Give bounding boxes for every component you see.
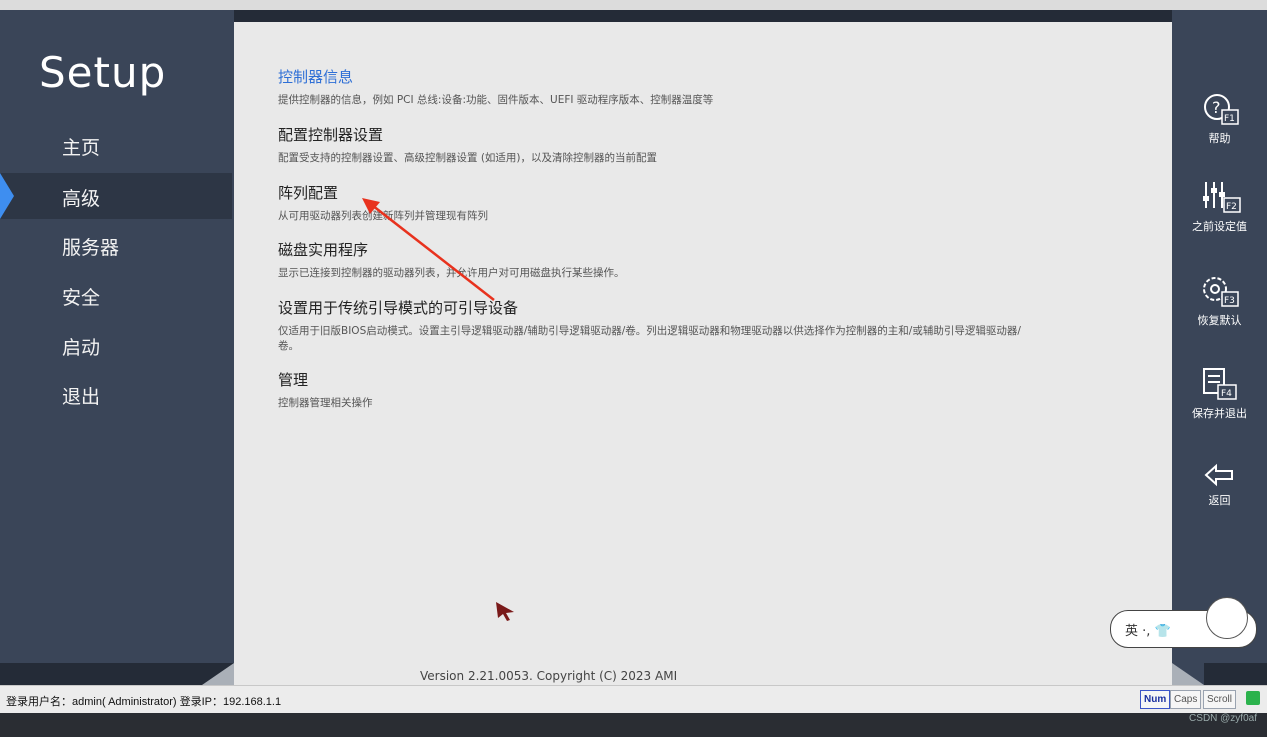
menu-item-title[interactable]: 配置控制器设置: [278, 124, 1038, 145]
restore-defaults-button[interactable]: F3 恢复默认: [1172, 272, 1267, 328]
bios-setup-frame: Setup 主页 高级 服务器 安全 启动 退出 控制器信息 提供控制器的信息，…: [0, 10, 1267, 685]
save-exit-label: 保存并退出: [1192, 407, 1247, 420]
login-info: 登录用户名：admin( Administrator) 登录IP：192.168…: [6, 696, 282, 708]
annotation-arrow-icon: [362, 198, 495, 301]
ime-text: 英 ·, 👕: [1125, 624, 1171, 639]
bottom-strip: CSDN @zyf0af: [0, 713, 1267, 737]
help-button[interactable]: ? F1 帮助: [1172, 90, 1267, 146]
status-bar: 登录用户名：admin( Administrator) 登录IP：192.168…: [0, 685, 1267, 714]
nav-item-label: 服务器: [62, 237, 120, 259]
menu-item-title[interactable]: 控制器信息: [278, 66, 1038, 87]
save-exit-button[interactable]: F4 保存并退出: [1172, 365, 1267, 421]
nav-item-boot[interactable]: 启动: [0, 322, 232, 368]
svg-text:F4: F4: [1221, 389, 1232, 399]
nav-item-exit[interactable]: 退出: [0, 371, 232, 417]
right-footer-notch: [1172, 663, 1204, 685]
menu-item-controller-settings[interactable]: 配置控制器设置 配置受支持的控制器设置、高级控制器设置 (如适用)，以及清除控制…: [278, 124, 1038, 166]
window-top-bar: [0, 0, 1267, 10]
menu-item-desc: 提供控制器的信息，例如 PCI 总线:设备:功能、固件版本、UEFI 驱动程序版…: [278, 94, 714, 106]
menu-item-controller-info[interactable]: 控制器信息 提供控制器的信息，例如 PCI 总线:设备:功能、固件版本、UEFI…: [278, 66, 1038, 108]
svg-text:F3: F3: [1224, 296, 1235, 306]
left-nav-panel: Setup 主页 高级 服务器 安全 启动 退出: [0, 10, 234, 685]
mouse-cursor-icon: [496, 602, 514, 621]
right-function-panel: ? F1 帮助 F2 之前设定值 F3 恢复默认 F4 保存并退出 返回: [1172, 10, 1267, 685]
help-label: 帮助: [1208, 132, 1231, 145]
gear-icon: F3: [1202, 277, 1239, 307]
menu-item-desc: 配置受支持的控制器设置、高级控制器设置 (如适用)，以及清除控制器的当前配置: [278, 152, 658, 164]
menu-item-desc: 仅适用于旧版BIOS启动模式。设置主引导逻辑驱动器/辅助引导逻辑驱动器/卷。列出…: [278, 325, 1021, 352]
menu-item-title[interactable]: 管理: [278, 369, 1038, 390]
nav-item-label: 主页: [62, 137, 101, 159]
left-footer-notch: [202, 663, 234, 685]
back-arrow-icon: [1204, 463, 1233, 487]
watermark-text: CSDN @zyf0af: [1189, 713, 1257, 724]
ime-toolbar[interactable]: 英 ·, 👕: [1110, 597, 1257, 648]
nav-item-server[interactable]: 服务器: [0, 222, 232, 268]
num-lock-indicator[interactable]: Num: [1140, 690, 1171, 709]
back-button[interactable]: 返回: [1172, 460, 1267, 508]
previous-values-button[interactable]: F2 之前设定值: [1172, 178, 1267, 234]
ime-avatar-icon: [1206, 597, 1248, 639]
svg-text:F1: F1: [1224, 114, 1235, 124]
save-icon: F4: [1202, 368, 1237, 400]
nav-item-security[interactable]: 安全: [0, 272, 232, 318]
help-icon: ? F1: [1203, 94, 1239, 125]
svg-text:?: ?: [1212, 98, 1221, 117]
menu-item-management[interactable]: 管理 控制器管理相关操作: [278, 369, 1038, 411]
right-footer-bar: [1204, 663, 1267, 685]
left-footer-bar: [0, 663, 234, 685]
nav-item-home[interactable]: 主页: [0, 122, 232, 168]
nav-item-label: 高级: [62, 188, 101, 210]
menu-item-desc: 控制器管理相关操作: [278, 397, 373, 409]
caps-lock-indicator[interactable]: Caps: [1170, 690, 1202, 709]
power-icon[interactable]: [1246, 691, 1260, 705]
previous-values-label: 之前设定值: [1192, 220, 1247, 233]
version-text: Version 2.21.0053. Copyright (C) 2023 AM…: [420, 669, 678, 683]
setup-logo: Setup: [39, 48, 167, 97]
sliders-icon: F2: [1202, 182, 1241, 213]
nav-item-label: 退出: [62, 386, 101, 408]
nav-item-label: 安全: [62, 287, 101, 309]
nav-item-label: 启动: [62, 337, 101, 359]
scroll-lock-indicator[interactable]: Scroll: [1203, 690, 1237, 709]
nav-item-advanced[interactable]: 高级: [0, 173, 232, 219]
svg-text:F2: F2: [1226, 202, 1237, 212]
content-top-bar: [234, 10, 1172, 22]
restore-defaults-label: 恢复默认: [1197, 314, 1242, 327]
back-label: 返回: [1208, 494, 1231, 507]
main-content: 控制器信息 提供控制器的信息，例如 PCI 总线:设备:功能、固件版本、UEFI…: [234, 10, 1172, 685]
active-indicator: [0, 173, 14, 219]
